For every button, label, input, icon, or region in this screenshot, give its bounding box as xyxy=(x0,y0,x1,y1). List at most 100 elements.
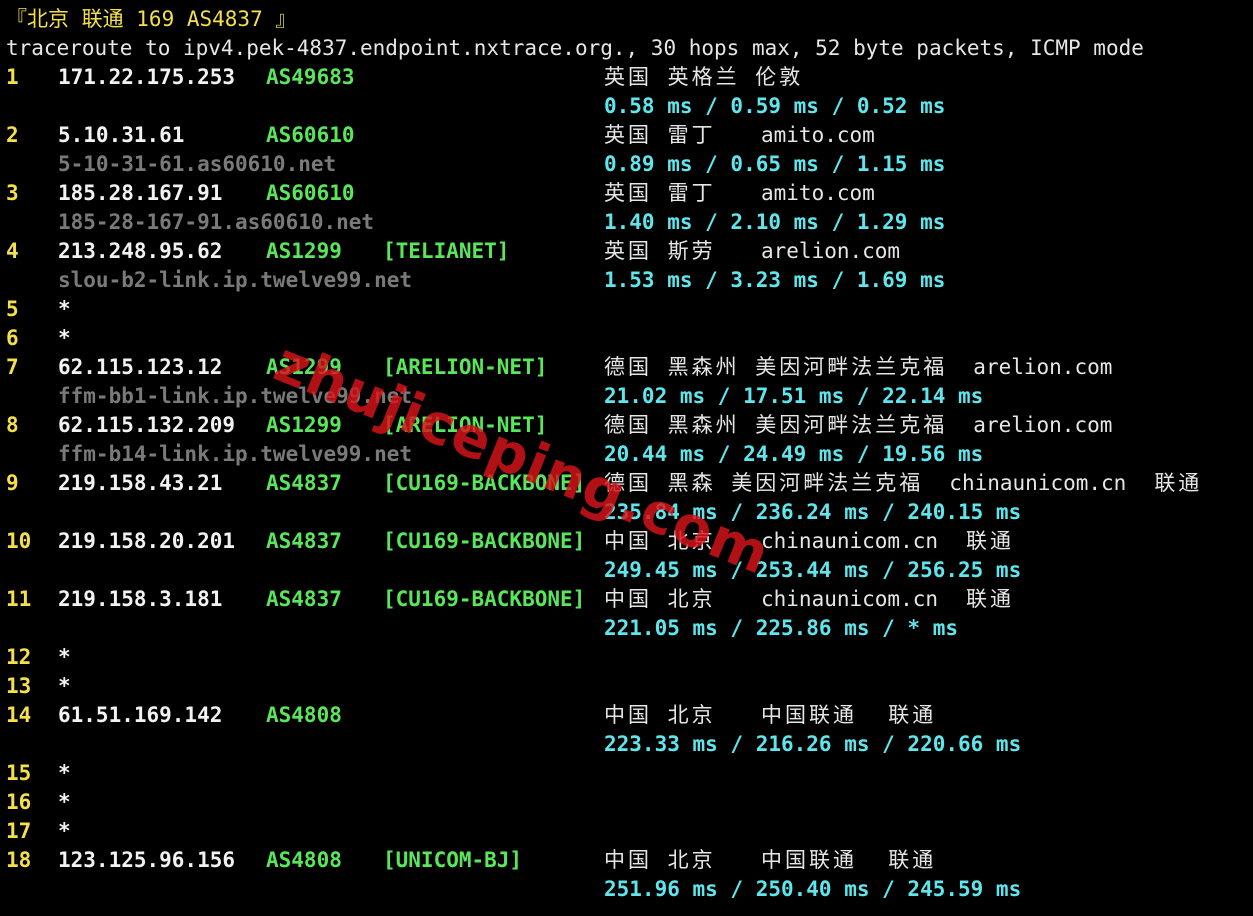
hop-ip: * xyxy=(58,761,71,785)
hop-geo-location: 英国 雷丁 xyxy=(604,123,716,147)
hop-row: 7 62.115.123.12 AS1299 [ARELION-NET] 德国 黑森州 … xyxy=(0,353,1253,382)
hop-row: 4 213.248.95.62 AS1299 [TELIANET] 英国 斯劳 areli… xyxy=(0,237,1253,266)
hop-rtt: 249.45 ms / 253.44 ms / 256.25 ms xyxy=(604,558,1022,582)
hop-detail-row: 5-10-31-61.as60610.net 0.89 ms / 0.65 ms … xyxy=(0,150,1253,179)
hop-domain: chinaunicom.cn xyxy=(949,471,1127,495)
hop-asn: AS1299 xyxy=(266,239,342,263)
hop-rtt: 1.53 ms / 3.23 ms / 1.69 ms xyxy=(604,268,946,292)
hop-domain: amito.com xyxy=(761,123,875,147)
hop-row: 11 219.158.3.181 AS4837 [CU169-BACKBONE] 中国 … xyxy=(0,585,1253,614)
hop-number: 8 xyxy=(6,413,19,437)
hop-number: 18 xyxy=(6,848,32,872)
hop-ip: 5.10.31.61 xyxy=(58,123,185,147)
hop-network-tag: [CU169-BACKBONE] xyxy=(383,471,586,495)
hop-geo-location: 英国 斯劳 xyxy=(604,239,716,263)
hop-geo-location: 英国 雷丁 xyxy=(604,181,716,205)
hop-row: 2 5.10.31.61 AS60610 英国 雷丁 amito.com xyxy=(0,121,1253,150)
hop-domain: arelion.com xyxy=(973,355,1113,379)
hop-rtt: 221.05 ms / 225.86 ms / * ms xyxy=(604,616,959,640)
hop-detail-row: 235.84 ms / 236.24 ms / 240.15 ms xyxy=(0,498,1253,527)
hop-row: 1 171.22.175.253 AS49683 英国 英格兰 伦敦 xyxy=(0,63,1253,92)
trace-title: 『北京 联通 169 AS4837 』 xyxy=(6,7,297,31)
hop-network-tag: [TELIANET] xyxy=(383,239,510,263)
hop-number: 7 xyxy=(6,355,19,379)
hop-asn: AS60610 xyxy=(266,123,355,147)
hop-asn: AS4837 xyxy=(266,471,342,495)
hop-row: 6 * xyxy=(0,324,1253,353)
hop-geo-location: 中国 北京 xyxy=(604,587,716,611)
hop-asn: AS60610 xyxy=(266,181,355,205)
hop-geo-location: 英国 英格兰 伦敦 xyxy=(604,65,804,89)
hop-rtt: 223.33 ms / 216.26 ms / 220.66 ms xyxy=(604,732,1022,756)
hop-detail-row: 221.05 ms / 225.86 ms / * ms xyxy=(0,614,1253,643)
hop-reverse-dns: ffm-bb1-link.ip.twelve99.net xyxy=(58,384,413,408)
hop-ip: * xyxy=(58,819,71,843)
hop-geo-location: 德国 黑森 美因河畔法兰克福 xyxy=(604,471,924,495)
hop-row: 5 * xyxy=(0,295,1253,324)
hop-ip: * xyxy=(58,297,71,321)
hop-domain: chinaunicom.cn xyxy=(761,587,939,611)
hop-number: 5 xyxy=(6,297,19,321)
hop-network-tag: [CU169-BACKBONE] xyxy=(383,529,586,553)
traceroute-command-line: traceroute to ipv4.pek-4837.endpoint.nxt… xyxy=(6,36,1144,60)
hop-number: 10 xyxy=(6,529,32,553)
hop-ip: 62.115.123.12 xyxy=(58,355,223,379)
hop-row: 16 * xyxy=(0,788,1253,817)
hop-geo-location: 中国 北京 xyxy=(604,848,716,872)
hop-number: 17 xyxy=(6,819,32,843)
hop-domain: arelion.com xyxy=(761,239,901,263)
hop-detail-row: 223.33 ms / 216.26 ms / 220.66 ms xyxy=(0,730,1253,759)
hop-detail-row: 0.58 ms / 0.59 ms / 0.52 ms xyxy=(0,92,1253,121)
hop-asn: AS1299 xyxy=(266,413,342,437)
hop-geo-location: 中国 北京 xyxy=(604,529,716,553)
hop-row: 3 185.28.167.91 AS60610 英国 雷丁 amito.com xyxy=(0,179,1253,208)
hop-isp: 联通 xyxy=(1154,471,1203,495)
hop-asn: AS49683 xyxy=(266,65,355,89)
hop-number: 9 xyxy=(6,471,19,495)
hop-ip: * xyxy=(58,645,71,669)
hop-rtt: 0.58 ms / 0.59 ms / 0.52 ms xyxy=(604,94,946,118)
hop-number: 11 xyxy=(6,587,32,611)
hop-isp: 中国联通 联通 xyxy=(761,703,937,727)
hop-rtt: 235.84 ms / 236.24 ms / 240.15 ms xyxy=(604,500,1022,524)
hop-ip: 213.248.95.62 xyxy=(58,239,223,263)
hop-ip: * xyxy=(58,326,71,350)
hop-number: 4 xyxy=(6,239,19,263)
hop-detail-row: 251.96 ms / 250.40 ms / 245.59 ms xyxy=(0,875,1253,904)
hop-ip: 219.158.43.21 xyxy=(58,471,223,495)
hop-detail-row: slou-b2-link.ip.twelve99.net 1.53 ms / 3.… xyxy=(0,266,1253,295)
hop-row: 15 * xyxy=(0,759,1253,788)
hop-isp: 中国联通 联通 xyxy=(761,848,937,872)
hop-row: 14 61.51.169.142 AS4808 中国 北京 中国联通 联通 xyxy=(0,701,1253,730)
hop-isp: 联通 xyxy=(966,529,1015,553)
hop-asn: AS4808 xyxy=(266,848,342,872)
hop-reverse-dns: 185-28-167-91.as60610.net xyxy=(58,210,375,234)
hop-ip: 61.51.169.142 xyxy=(58,703,223,727)
hop-number: 13 xyxy=(6,674,32,698)
hop-domain: amito.com xyxy=(761,181,875,205)
hop-asn: AS4808 xyxy=(266,703,342,727)
hop-ip: 219.158.20.201 xyxy=(58,529,236,553)
hop-rtt: 0.89 ms / 0.65 ms / 1.15 ms xyxy=(604,152,946,176)
hop-row: 12 * xyxy=(0,643,1253,672)
hop-ip: 171.22.175.253 xyxy=(58,65,236,89)
hop-ip: 185.28.167.91 xyxy=(58,181,223,205)
hop-isp: 联通 xyxy=(966,587,1015,611)
hop-number: 12 xyxy=(6,645,32,669)
hop-number: 1 xyxy=(6,65,19,89)
hop-number: 14 xyxy=(6,703,32,727)
hop-detail-row: 249.45 ms / 253.44 ms / 256.25 ms xyxy=(0,556,1253,585)
hop-reverse-dns: slou-b2-link.ip.twelve99.net xyxy=(58,268,413,292)
hop-row: 10 219.158.20.201 AS4837 [CU169-BACKBONE] 中国… xyxy=(0,527,1253,556)
hop-network-tag: [ARELION-NET] xyxy=(383,355,548,379)
hop-number: 15 xyxy=(6,761,32,785)
hop-reverse-dns: 5-10-31-61.as60610.net xyxy=(58,152,337,176)
hop-network-tag: [UNICOM-BJ] xyxy=(383,848,523,872)
hop-geo-location: 德国 黑森州 美因河畔法兰克福 xyxy=(604,355,948,379)
hop-row: 13 * xyxy=(0,672,1253,701)
hop-domain: chinaunicom.cn xyxy=(761,529,939,553)
hop-detail-row: ffm-b14-link.ip.twelve99.net 20.44 ms / 2… xyxy=(0,440,1253,469)
hop-asn: AS4837 xyxy=(266,587,342,611)
hop-asn: AS1299 xyxy=(266,355,342,379)
hop-reverse-dns: ffm-b14-link.ip.twelve99.net xyxy=(58,442,413,466)
